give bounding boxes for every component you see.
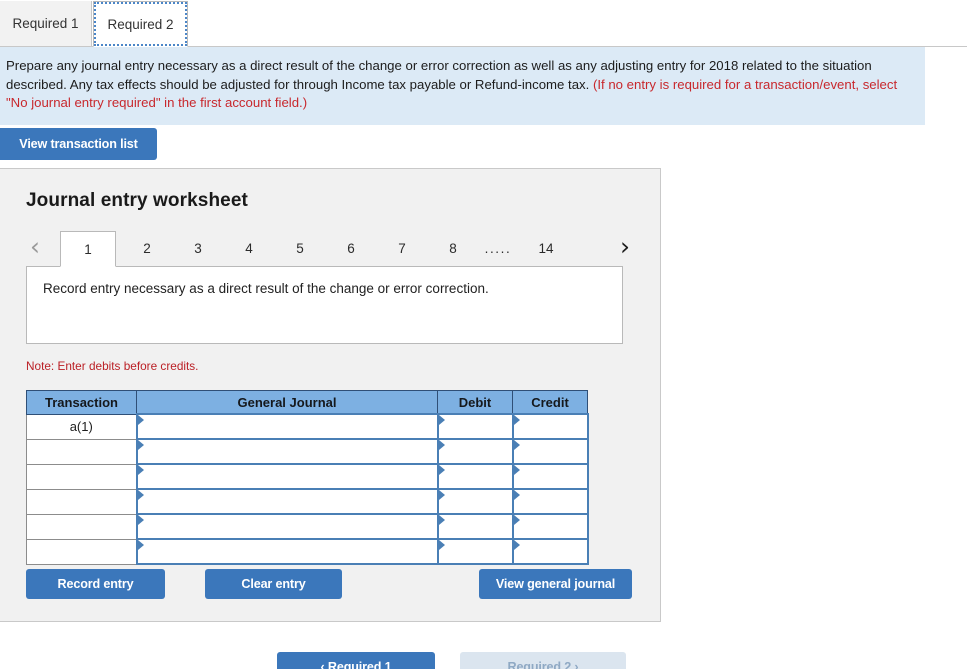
pager-page-last[interactable]: 14 — [518, 231, 574, 265]
instruction-banner: Prepare any journal entry necessary as a… — [0, 47, 925, 125]
tab-required-1[interactable]: Required 1 — [0, 1, 92, 47]
dropdown-triangle-icon — [513, 515, 520, 525]
dropdown-triangle-icon — [137, 440, 144, 450]
cell-debit[interactable] — [436, 438, 514, 465]
cell-general-journal[interactable] — [135, 513, 439, 540]
required-tabs: Required 1 Required 2 — [0, 0, 967, 47]
cell-general-journal[interactable] — [135, 488, 439, 515]
cell-debit[interactable] — [436, 463, 514, 490]
column-header-debit: Debit — [437, 390, 513, 415]
dropdown-triangle-icon — [137, 490, 144, 500]
cell-credit[interactable] — [511, 438, 589, 465]
pager-page-6[interactable]: 6 — [326, 231, 376, 265]
dropdown-triangle-icon — [438, 415, 445, 425]
cell-transaction: a(1) — [26, 413, 137, 440]
entry-description-box: Record entry necessary as a direct resul… — [26, 266, 623, 344]
cell-transaction — [26, 463, 137, 490]
cell-credit[interactable] — [511, 488, 589, 515]
pager-page-1[interactable]: 1 — [60, 231, 116, 267]
debits-before-credits-note: Note: Enter debits before credits. — [26, 359, 199, 373]
table-row: a(1) — [26, 413, 589, 440]
cell-credit[interactable] — [511, 513, 589, 540]
cell-debit[interactable] — [436, 538, 514, 565]
pager-page-7[interactable]: 7 — [377, 231, 427, 265]
cell-debit[interactable] — [436, 513, 514, 540]
dropdown-triangle-icon — [137, 540, 144, 550]
journal-entry-worksheet-panel: Journal entry worksheet ‹ › 1 2 3 4 5 6 … — [0, 168, 661, 622]
pager-page-2[interactable]: 2 — [122, 231, 172, 265]
dropdown-triangle-icon — [513, 490, 520, 500]
dropdown-triangle-icon — [137, 515, 144, 525]
table-row — [26, 438, 589, 465]
pager-page-5[interactable]: 5 — [275, 231, 325, 265]
cell-credit[interactable] — [511, 413, 589, 440]
tab-required-1-label: Required 1 — [12, 16, 79, 31]
cell-credit[interactable] — [511, 538, 589, 565]
footer-navigation: ‹ Required 1 Required 2 › — [0, 652, 967, 669]
table-row — [26, 488, 589, 515]
dropdown-triangle-icon — [438, 465, 445, 475]
next-required-button[interactable]: Required 2 › — [460, 652, 626, 669]
column-header-credit: Credit — [512, 390, 588, 415]
dropdown-triangle-icon — [438, 440, 445, 450]
dropdown-triangle-icon — [438, 540, 445, 550]
column-header-transaction: Transaction — [26, 390, 137, 415]
cell-general-journal[interactable] — [135, 438, 439, 465]
worksheet-pager: ‹ › 1 2 3 4 5 6 7 8 ..... 14 — [22, 227, 638, 267]
dropdown-triangle-icon — [137, 465, 144, 475]
dropdown-triangle-icon — [513, 540, 520, 550]
table-row — [26, 513, 589, 540]
record-entry-button[interactable]: Record entry — [26, 569, 165, 599]
cell-debit[interactable] — [436, 488, 514, 515]
previous-required-button[interactable]: ‹ Required 1 — [277, 652, 435, 669]
cell-transaction — [26, 488, 137, 515]
tab-required-2-label: Required 2 — [107, 16, 174, 32]
tab-required-2[interactable]: Required 2 — [93, 1, 188, 47]
dropdown-triangle-icon — [513, 415, 520, 425]
pager-page-3[interactable]: 3 — [173, 231, 223, 265]
cell-credit[interactable] — [511, 463, 589, 490]
dropdown-triangle-icon — [513, 465, 520, 475]
view-transaction-list-button[interactable]: View transaction list — [0, 128, 157, 160]
cell-debit[interactable] — [436, 413, 514, 440]
cell-general-journal[interactable] — [135, 538, 439, 565]
dropdown-triangle-icon — [438, 490, 445, 500]
pager-page-4[interactable]: 4 — [224, 231, 274, 265]
column-header-general-journal: General Journal — [136, 390, 438, 415]
journal-entry-table: Transaction General Journal Debit Credit… — [26, 390, 589, 565]
dropdown-triangle-icon — [513, 440, 520, 450]
panel-title: Journal entry worksheet — [26, 190, 248, 211]
table-row — [26, 463, 589, 490]
cell-transaction — [26, 538, 137, 565]
cell-general-journal[interactable] — [135, 463, 439, 490]
cell-general-journal[interactable] — [135, 413, 439, 440]
entry-description-text: Record entry necessary as a direct resul… — [43, 281, 489, 296]
cell-transaction — [26, 438, 137, 465]
clear-entry-button[interactable]: Clear entry — [205, 569, 342, 599]
dropdown-triangle-icon — [137, 415, 144, 425]
table-header-row: Transaction General Journal Debit Credit — [26, 390, 588, 415]
dropdown-triangle-icon — [438, 515, 445, 525]
table-row — [26, 538, 589, 565]
chevron-left-icon[interactable]: ‹ — [22, 227, 48, 265]
chevron-right-icon[interactable]: › — [612, 227, 638, 265]
view-general-journal-button[interactable]: View general journal — [479, 569, 632, 599]
cell-transaction — [26, 513, 137, 540]
